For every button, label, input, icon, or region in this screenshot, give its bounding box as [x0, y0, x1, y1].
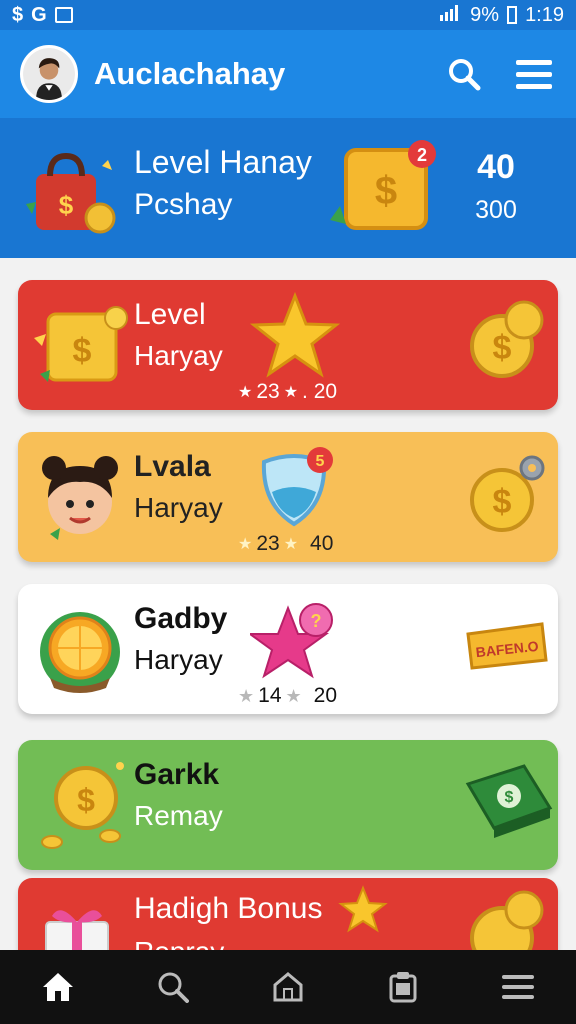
item-subtitle: Haryay [134, 340, 223, 371]
star-small-icon: ★ [238, 536, 253, 553]
menu-button[interactable] [512, 52, 556, 96]
clock: 1:19 [525, 3, 564, 26]
level-banner[interactable]: $ Level Hanay Pcshay $ 2 40 300 [0, 118, 576, 258]
notification-icon: $ [12, 3, 24, 26]
nav-home[interactable] [30, 959, 86, 1015]
home-icon [42, 973, 73, 1001]
battery-percent: 9% [470, 3, 500, 26]
search-icon [158, 972, 189, 1003]
item-subtitle: Ropray [134, 936, 224, 950]
list-item[interactable]: Lvala Haryay 5 ★ 23 ★ 40 $ [18, 432, 558, 562]
shield-icon: 5 [250, 442, 340, 532]
svg-text:$: $ [493, 483, 512, 521]
money-box-icon: $ 2 [330, 136, 440, 241]
bottom-navigation [0, 950, 576, 1024]
item-title: Garkk [134, 758, 220, 791]
svg-text:$: $ [375, 169, 397, 213]
item-stats: ★ 14 ★ 20 [238, 684, 337, 708]
star-icon [249, 290, 341, 380]
stat-b: 20 [313, 684, 337, 707]
list-item[interactable]: Gadby Haryay ? ★ 14 ★ 20 BAFEN.O [18, 584, 558, 714]
nav-search[interactable] [145, 959, 201, 1015]
notification-icon: G [31, 3, 47, 26]
search-icon [449, 59, 481, 91]
svg-text:$: $ [73, 332, 92, 370]
star-icon [338, 884, 388, 934]
item-title: Hadigh Bonus [134, 892, 323, 925]
nav-menu[interactable] [490, 959, 546, 1015]
coin-gear-icon: $ [464, 450, 550, 536]
shopping-bag-icon: $ [22, 144, 122, 245]
gift-icon [30, 892, 130, 950]
item-subtitle: Remay [134, 800, 223, 831]
signal-icon [440, 3, 462, 27]
menu-icon [502, 975, 535, 999]
house-icon [273, 972, 303, 1002]
svg-text:$: $ [505, 789, 514, 806]
nav-house[interactable] [260, 959, 316, 1015]
image-notification-icon [54, 7, 73, 23]
app-header: Auclachahay [0, 30, 576, 118]
svg-text:?: ? [311, 611, 322, 631]
cash-bundle-icon: $ [464, 758, 553, 844]
item-subtitle: Haryay [134, 644, 223, 675]
star-small-icon: ★ [238, 384, 253, 401]
item-title: Gadby [134, 602, 228, 635]
item-stats: ★ 23 ★ . 20 [238, 380, 337, 404]
coin-icon: $ [464, 298, 550, 384]
search-button[interactable] [442, 52, 486, 96]
star-small-icon: ★ [283, 384, 299, 401]
pink-star-icon: ? [246, 594, 340, 684]
character-avatar-icon [30, 446, 130, 546]
status-bar: $ G 9% 1:19 [0, 0, 576, 30]
clipboard-icon [389, 972, 417, 1003]
svg-text:$: $ [77, 782, 95, 818]
badge-count: 2 [417, 145, 427, 165]
avatar[interactable] [20, 45, 78, 103]
money-box-icon: $ [30, 294, 130, 394]
stat-b: 40 [310, 532, 334, 555]
nav-clipboard[interactable] [375, 959, 431, 1015]
item-stats: ★ 23 ★ 40 [238, 532, 333, 556]
star-small-icon: ★ [283, 536, 299, 553]
svg-text:$: $ [493, 329, 512, 367]
level-title: Level Hanay [134, 144, 312, 180]
app-title: Auclachahay [94, 56, 286, 91]
coins-value: 300 [475, 196, 517, 224]
star-small-icon: ★ [285, 685, 302, 706]
coin-icon [464, 888, 550, 950]
list-item[interactable]: $ Level Haryay ★ 23 ★ . 20 $ [18, 280, 558, 410]
orange-basket-icon [30, 598, 130, 698]
level-value: 40 [477, 148, 515, 186]
battery-icon [507, 6, 518, 24]
level-subtitle: Pcshay [134, 188, 233, 221]
badge-count: 5 [316, 453, 325, 470]
item-subtitle: Haryay [134, 492, 223, 523]
svg-text:$: $ [59, 190, 74, 220]
item-title: Lvala [134, 450, 211, 483]
item-title: Level [134, 298, 206, 331]
reward-list: $ Level Haryay ★ 23 ★ . 20 $ Lvala Harya… [0, 258, 576, 950]
list-item[interactable]: $ Garkk Remay $ [18, 740, 558, 870]
coupon-icon: BAFEN.O [464, 602, 550, 688]
star-small-icon: ★ [238, 685, 255, 706]
stat-a: 23 [256, 380, 280, 403]
stat-b: . 20 [302, 380, 338, 403]
coins-icon: $ [30, 754, 130, 854]
menu-icon [516, 60, 552, 89]
stat-a: 14 [258, 684, 282, 707]
stat-a: 23 [256, 532, 280, 555]
list-item[interactable]: Hadigh Bonus Ropray [18, 878, 558, 950]
